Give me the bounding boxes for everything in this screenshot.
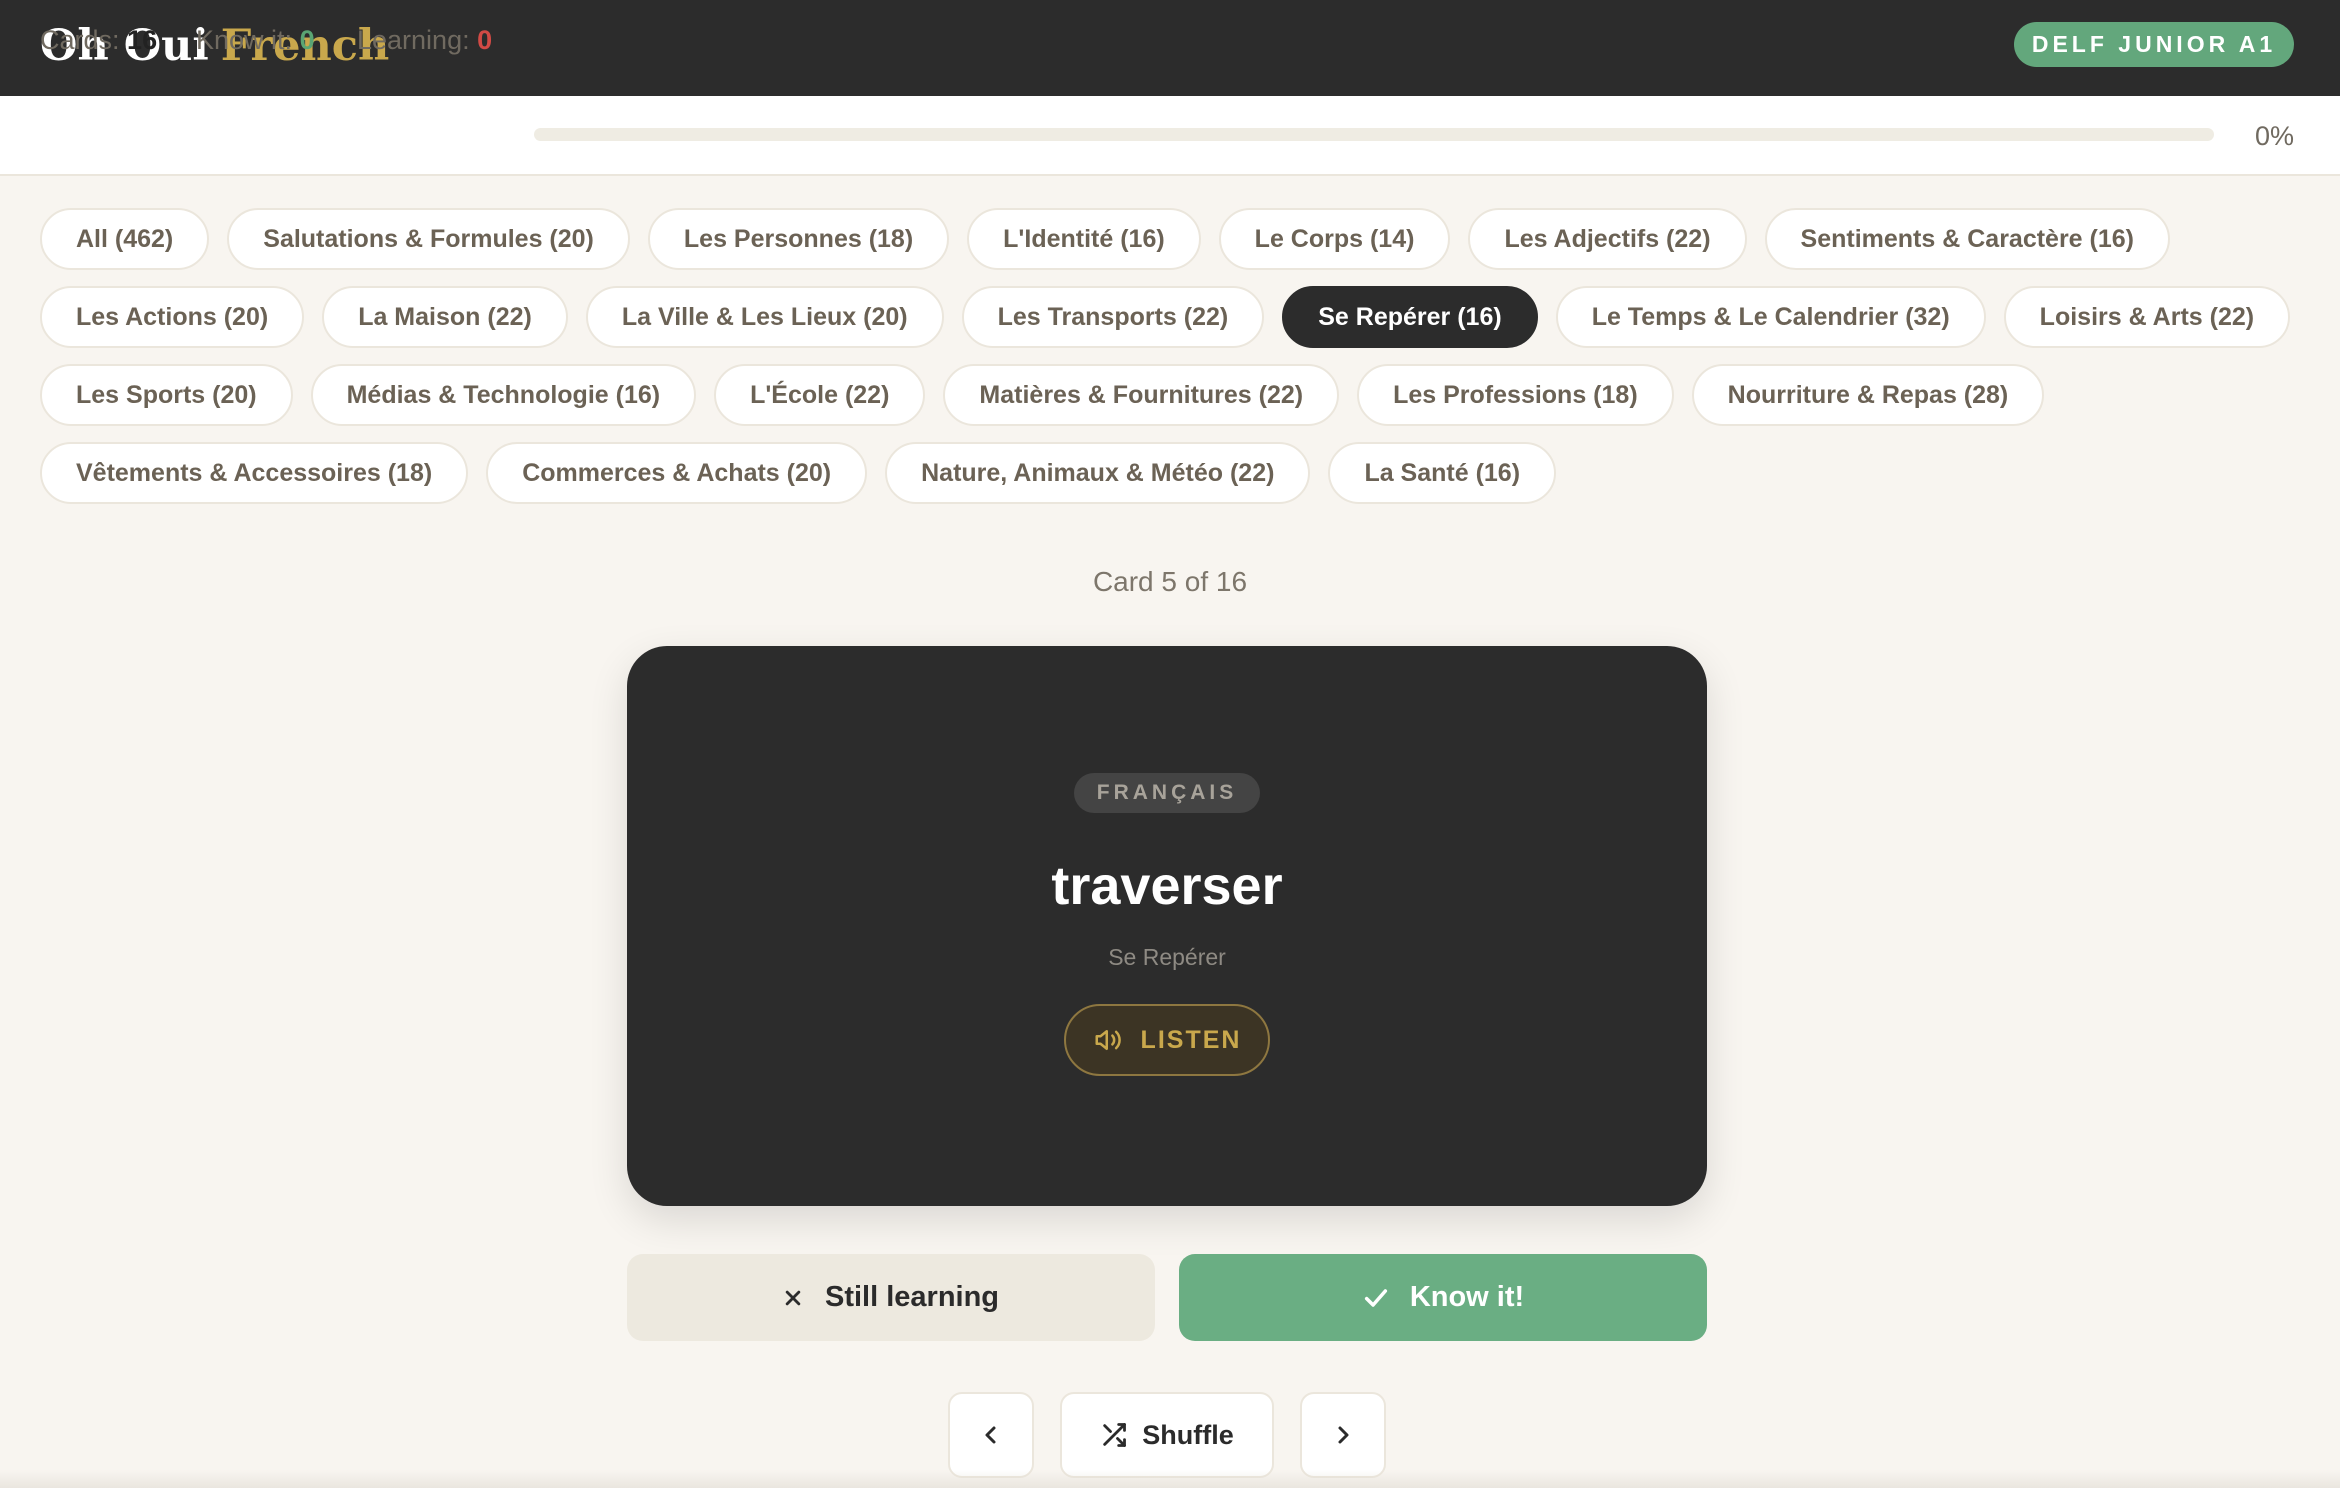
learning-stat: Learning: 0: [357, 20, 492, 60]
flashcard[interactable]: FRANÇAIS traverser Se Repérer LISTEN: [627, 646, 1707, 1206]
category-chip[interactable]: Nature, Animaux & Météo (22): [885, 442, 1311, 504]
category-chip[interactable]: Les Transports (22): [961, 286, 1265, 348]
know-it-label: Know it!: [1409, 1281, 1525, 1313]
category-chip[interactable]: All (462): [40, 208, 210, 270]
category-chip[interactable]: Le Corps (14): [1218, 208, 1451, 270]
category-chip[interactable]: Nourriture & Repas (28): [1691, 364, 2045, 426]
category-chip[interactable]: Matières & Fournitures (22): [943, 364, 1340, 426]
top-bar: Oh Oui French DELF JUNIOR A1: [0, 0, 2340, 96]
category-chip[interactable]: Les Sports (20): [40, 364, 293, 426]
category-chip[interactable]: Sentiments & Caractère (16): [1764, 208, 2170, 270]
still-learning-button[interactable]: Still learning: [627, 1254, 1155, 1341]
close-icon: [783, 1288, 803, 1308]
shuffle-icon: [1100, 1421, 1128, 1449]
progress-percent: 0%: [2254, 121, 2294, 151]
shuffle-button[interactable]: Shuffle: [1060, 1392, 1274, 1478]
chevron-left-icon: [979, 1423, 1003, 1447]
cards-stat-label: Cards:: [40, 25, 120, 55]
previous-card-button[interactable]: [948, 1392, 1034, 1478]
know-it-stat: Know it: 0: [196, 20, 315, 60]
listen-button[interactable]: LISTEN: [1064, 1004, 1270, 1076]
cards-stat: Cards: 16: [40, 20, 157, 60]
know-it-stat-label: Know it:: [196, 25, 293, 55]
category-chip[interactable]: Se Repérer (16): [1282, 286, 1538, 348]
learning-stat-value: 0: [477, 25, 493, 55]
category-chip[interactable]: La Ville & Les Lieux (20): [585, 286, 944, 348]
cards-stat-value: 16: [127, 25, 158, 55]
category-chip[interactable]: L'Identité (16): [967, 208, 1201, 270]
chevron-right-icon: [1331, 1423, 1355, 1447]
progress-bar: [534, 128, 2214, 141]
category-chip[interactable]: L'École (22): [714, 364, 926, 426]
speaker-icon: [1093, 1025, 1123, 1055]
next-card-button[interactable]: [1300, 1392, 1386, 1478]
know-it-button[interactable]: Know it!: [1179, 1254, 1707, 1341]
know-it-stat-value: 0: [299, 25, 315, 55]
category-chip[interactable]: La Santé (16): [1328, 442, 1557, 504]
category-chip[interactable]: Médias & Technologie (16): [310, 364, 697, 426]
category-chip[interactable]: Les Professions (18): [1357, 364, 1674, 426]
card-category: Se Repérer: [1108, 944, 1226, 970]
category-chip[interactable]: Le Temps & Le Calendrier (32): [1555, 286, 1986, 348]
category-filter-list: All (462) Salutations & Formules (20) Les …: [40, 208, 2300, 504]
card-counter: Card 5 of 16: [1092, 566, 1248, 597]
category-chip[interactable]: Les Actions (20): [40, 286, 305, 348]
category-chip[interactable]: Les Personnes (18): [647, 208, 950, 270]
still-learning-label: Still learning: [824, 1281, 1000, 1313]
category-chip[interactable]: Salutations & Formules (20): [227, 208, 630, 270]
bottom-scroll-fade: [0, 1470, 2340, 1488]
listen-label: LISTEN: [1140, 1025, 1242, 1054]
category-chip[interactable]: Les Adjectifs (22): [1468, 208, 1747, 270]
check-icon: [1362, 1284, 1390, 1312]
category-chip[interactable]: Commerces & Achats (20): [486, 442, 868, 504]
shuffle-label: Shuffle: [1142, 1419, 1234, 1450]
category-chip[interactable]: La Maison (22): [322, 286, 568, 348]
category-chip[interactable]: Loisirs & Arts (22): [2003, 286, 2291, 348]
language-pill: FRANÇAIS: [1074, 773, 1260, 813]
learning-stat-label: Learning:: [357, 25, 470, 55]
category-chip[interactable]: Vêtements & Accessoires (18): [40, 442, 469, 504]
level-badge: DELF JUNIOR A1: [2014, 22, 2294, 67]
card-word: traverser: [1051, 856, 1283, 916]
